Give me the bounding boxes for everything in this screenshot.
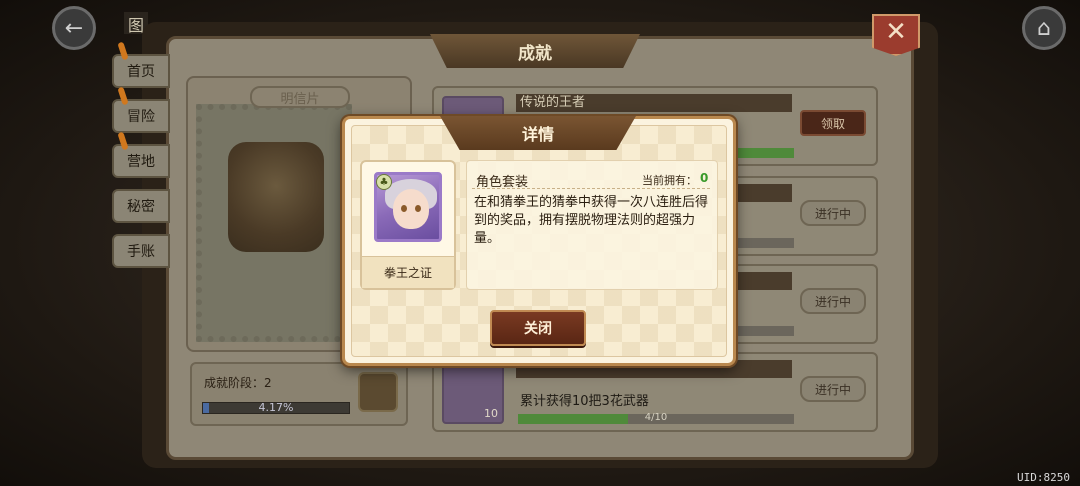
tab-adventure[interactable]: 冒险 [112,86,170,133]
tab-label: 首页 [127,64,155,80]
portrait-eye [401,205,407,212]
home-button[interactable]: ⌂ [1022,6,1066,50]
tab-home[interactable]: 首页 [112,41,170,88]
tab-label: 冒险 [127,109,155,125]
home-icon: ⌂ [1037,15,1051,41]
achievement-progress-text: 4/10 [644,412,668,423]
book-close-button[interactable]: ✕ [872,14,920,56]
tab-label: 秘密 [127,199,155,215]
stamp-art-image [228,142,324,252]
book-title: 成就 [430,34,640,68]
side-tabs: 首页 冒险 营地 秘密 手账 [112,41,170,279]
stage-label: 成就阶段：2 [204,376,272,390]
in-progress-button[interactable]: 进行中 [800,200,866,226]
achievement-icon-count: 10 [484,407,498,420]
achievement-desc: 累计获得10把3花武器 [520,394,649,409]
back-button[interactable]: ← [52,6,96,50]
close-x-icon: ✕ [885,17,907,47]
tab-secret[interactable]: 秘密 [112,189,170,223]
item-name: 拳王之证 [362,256,454,288]
tab-label: 营地 [127,154,155,170]
portrait-eye [415,205,421,212]
tab-label: 手账 [127,244,155,260]
chest-button[interactable] [358,372,398,412]
clover-icon: ♣ [376,174,392,190]
modal-close-button[interactable]: 关闭 [490,310,586,346]
back-arrow-icon: ← [64,15,84,41]
uid-label: UID:8250 [1017,471,1070,484]
modal-title: 详情 [440,116,636,150]
tab-journal[interactable]: 手账 [112,234,170,268]
item-description: 在和猜拳王的猜拳中获得一次八连胜后得到的奖品，拥有摆脱物理法则的超强力量。 [474,195,709,246]
owned-value: 0 [700,171,709,185]
achievement-title: 传说的王者 [516,94,792,112]
detail-divider [472,188,710,189]
portrait-face [393,189,429,229]
stage-progress-text: 4.17% [258,401,294,414]
notification-pin-icon [117,131,129,151]
in-progress-button[interactable]: 进行中 [800,376,866,402]
achievement-icon: 10 [442,362,504,424]
owned-label: 当前拥有： [642,174,697,187]
notification-pin-icon [117,86,129,106]
claim-button[interactable]: 领取 [800,110,866,136]
postcard-label: 明信片 [250,86,350,108]
tab-camp[interactable]: 营地 [112,131,170,178]
in-progress-button[interactable]: 进行中 [800,288,866,314]
